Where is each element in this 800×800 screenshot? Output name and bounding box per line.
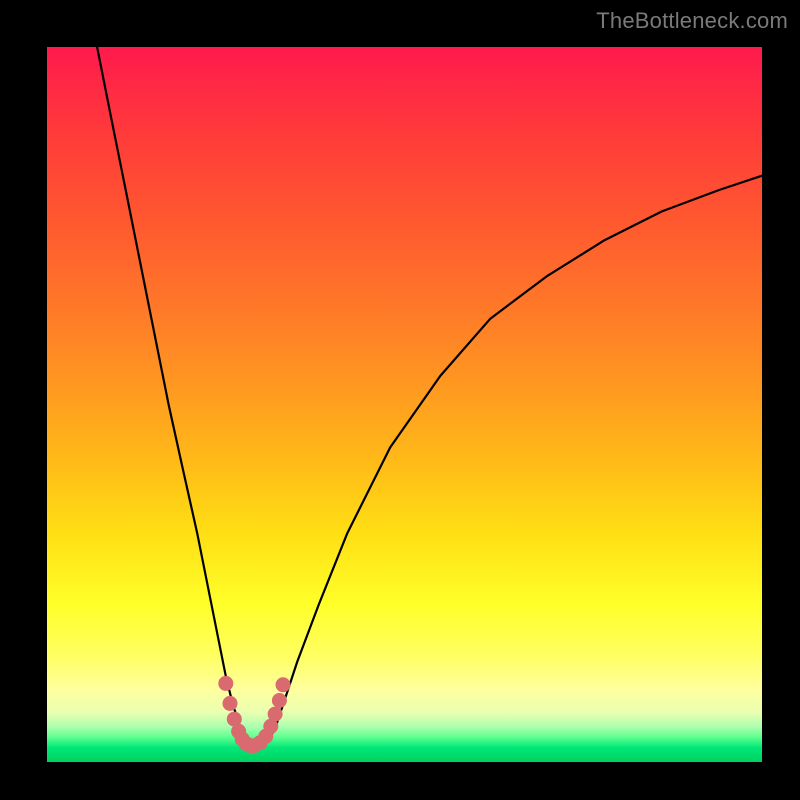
marker-dot [223,696,238,711]
plot-area [47,47,762,762]
bottleneck-chart [47,47,762,762]
marker-dot [272,693,287,708]
marker-dot [268,707,283,722]
curve-path [97,47,762,748]
marker-dot [218,676,233,691]
marker-dot [276,677,291,692]
watermark-text: TheBottleneck.com [596,8,788,34]
optimal-range-markers [218,676,290,753]
chart-frame: TheBottleneck.com [0,0,800,800]
